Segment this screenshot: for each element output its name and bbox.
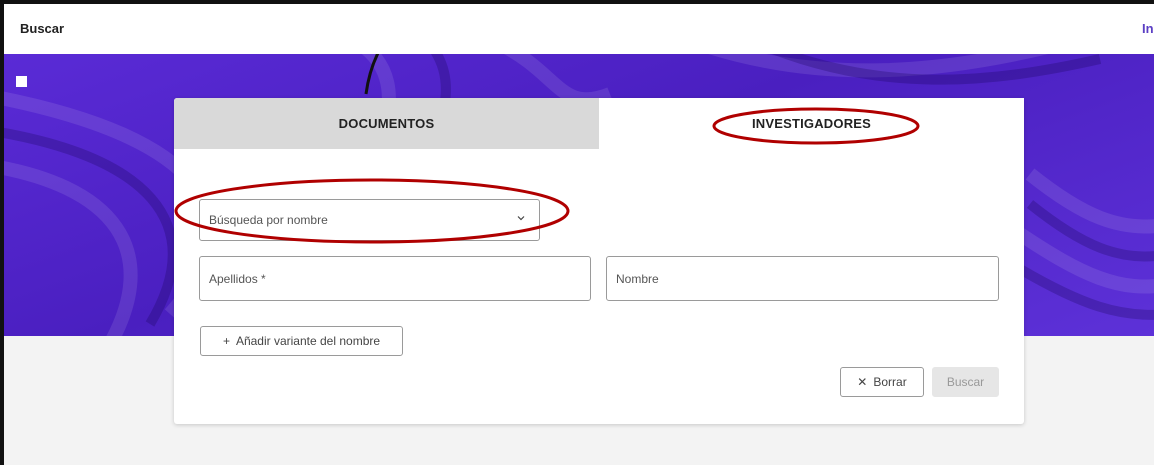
page-title: Buscar: [20, 21, 65, 36]
search-type-value: Búsqueda por nombre: [209, 213, 328, 227]
hero-square-icon: [16, 76, 27, 87]
name-field[interactable]: Nombre: [606, 256, 999, 301]
top-bar: Buscar In: [0, 0, 1154, 54]
surname-label: Apellidos *: [209, 271, 266, 286]
surname-field[interactable]: Apellidos *: [199, 256, 591, 301]
search-card: DOCUMENTOS INVESTIGADORES Búsqueda por n…: [174, 98, 1024, 424]
add-name-variant-button[interactable]: + Añadir variante del nombre: [200, 326, 403, 356]
clear-label: Borrar: [873, 375, 907, 389]
plus-icon: +: [222, 334, 230, 348]
chevron-down-icon: [516, 212, 526, 226]
search-label: Buscar: [946, 375, 985, 389]
tab-investigadores-label: INVESTIGADORES: [751, 116, 872, 131]
search-button[interactable]: Buscar: [932, 367, 999, 397]
tab-documentos-label: DOCUMENTOS: [338, 116, 435, 131]
name-label: Nombre: [616, 271, 659, 286]
tab-investigadores[interactable]: INVESTIGADORES: [599, 98, 1024, 149]
add-name-variant-label: Añadir variante del nombre: [235, 334, 381, 348]
search-type-select[interactable]: Búsqueda por nombre: [199, 199, 540, 241]
clear-button[interactable]: ✕ Borrar: [840, 367, 924, 397]
tab-documentos[interactable]: DOCUMENTOS: [174, 98, 599, 149]
header-link[interactable]: In: [1142, 21, 1154, 36]
close-icon: ✕: [857, 375, 868, 389]
